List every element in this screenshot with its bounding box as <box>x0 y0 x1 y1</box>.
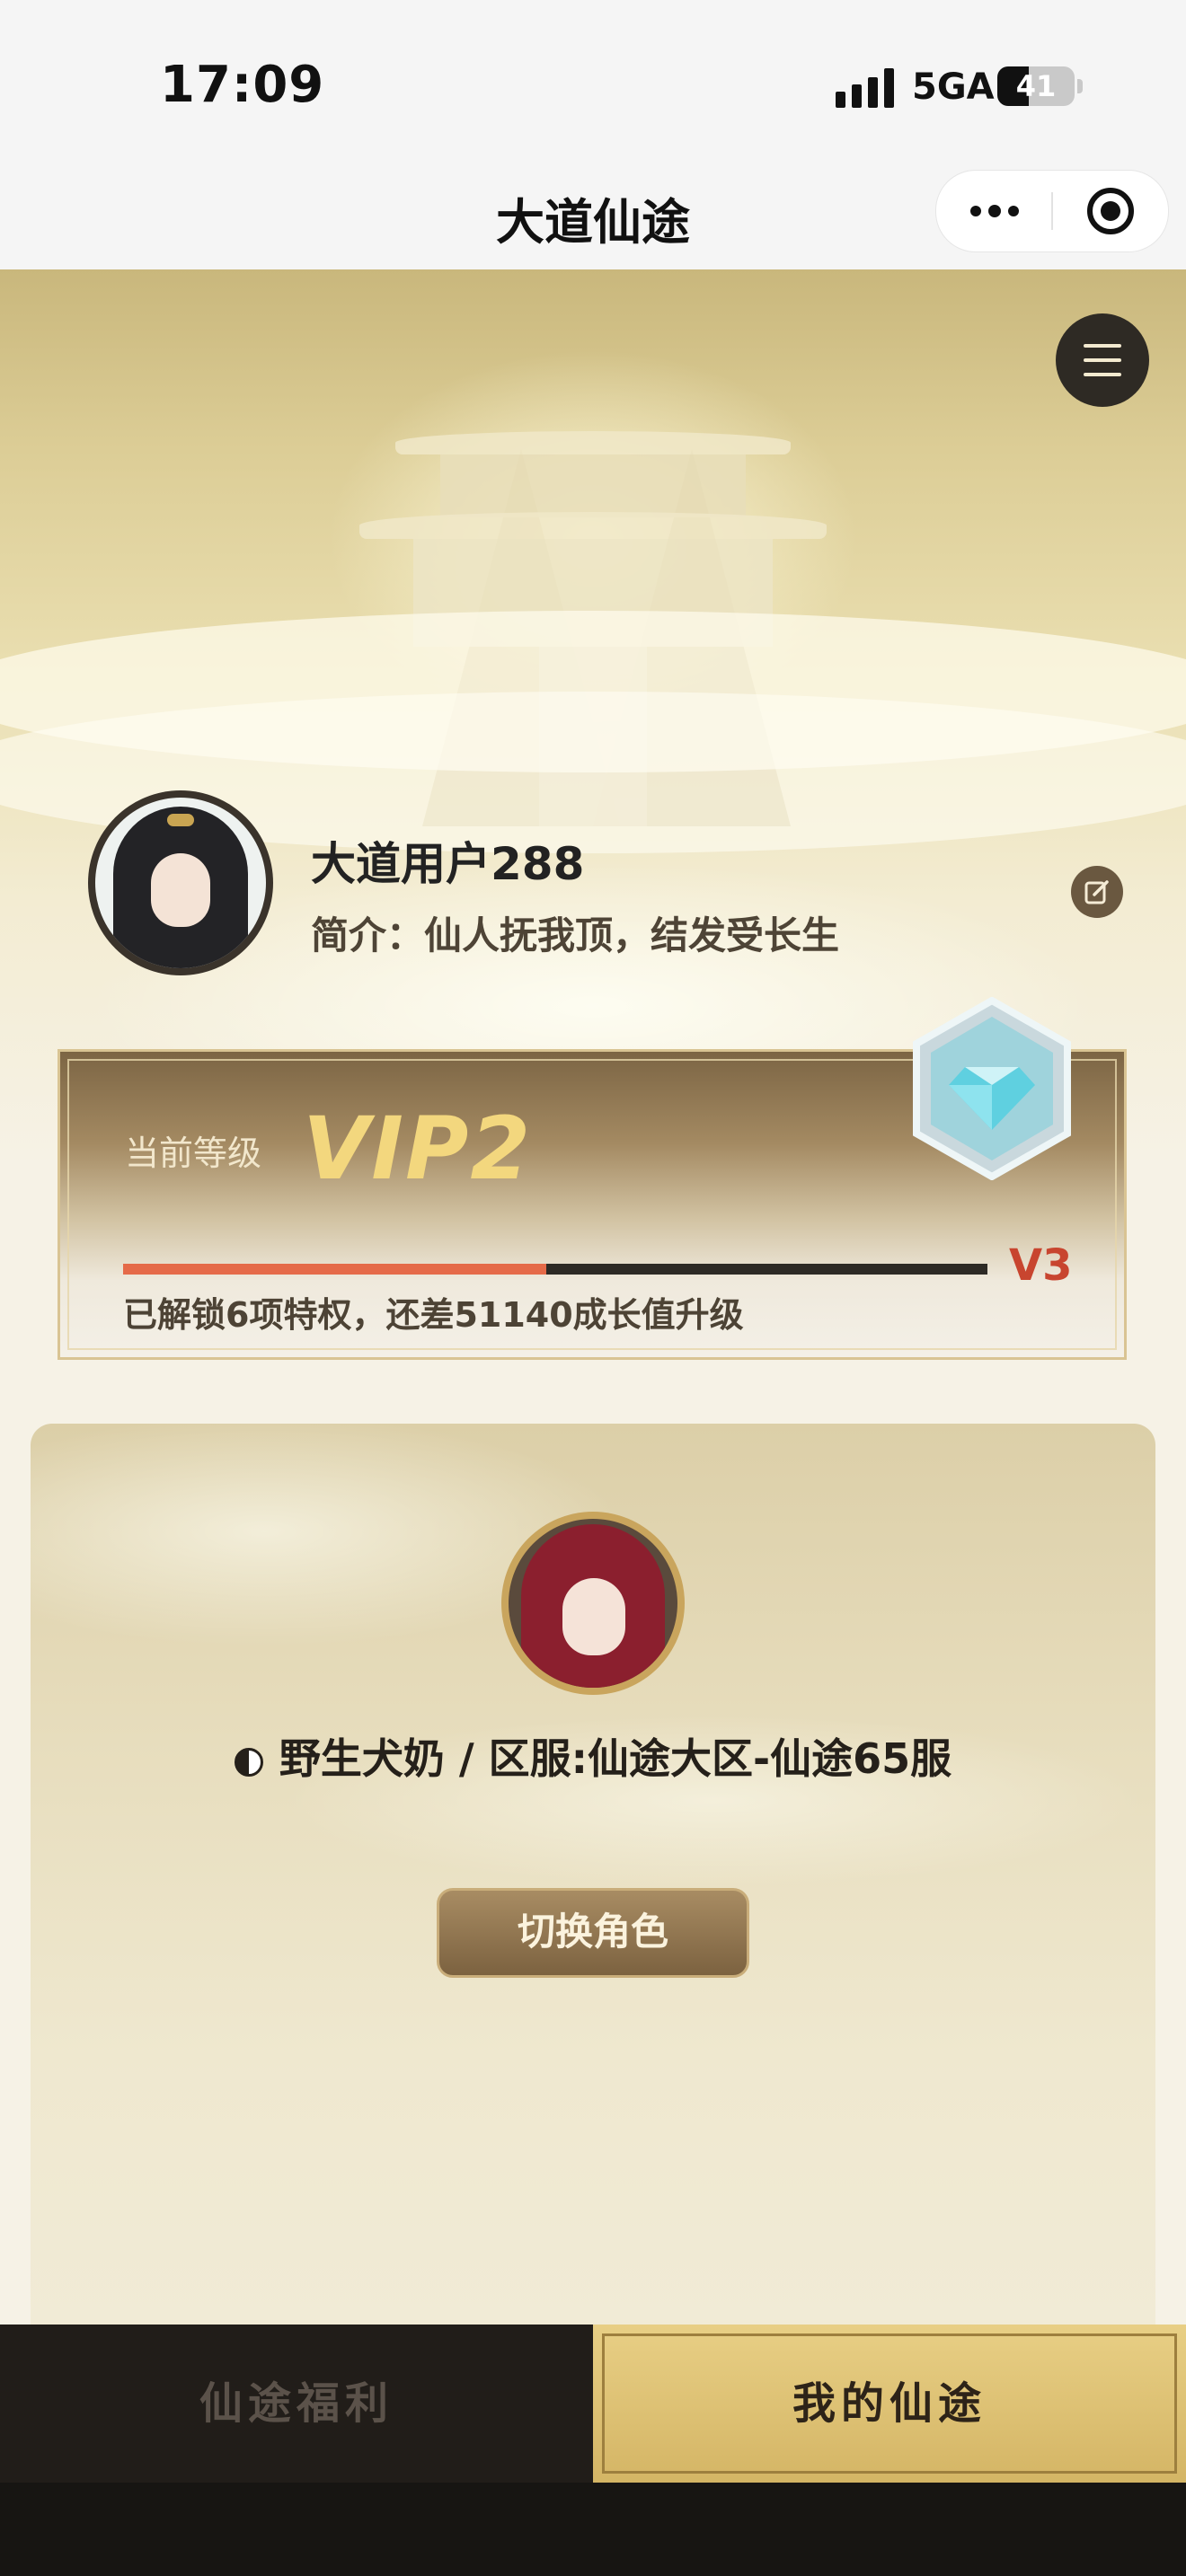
username: 大道用户288 <box>311 838 585 890</box>
mini-program-capsule <box>935 170 1169 252</box>
network-type: 5GA <box>912 66 995 108</box>
avatar-ornament <box>167 814 194 826</box>
more-dots-icon <box>970 206 981 216</box>
avatar-image <box>95 798 266 968</box>
role-name-server: 野生犬奶 / 区服:仙途大区-仙途65服 <box>279 1734 952 1783</box>
avatar-face <box>151 853 210 927</box>
close-button[interactable] <box>1053 171 1168 251</box>
battery-icon: 41 <box>997 66 1075 106</box>
tab-my-journey[interactable]: 我的仙途 <box>593 2325 1186 2483</box>
tab-active-frame <box>602 2333 1177 2474</box>
home-indicator-area <box>0 2483 1186 2576</box>
tab-benefits[interactable]: 仙途福利 <box>0 2325 593 2483</box>
vip-description: 已解锁6项特权，还差51140成长值升级 <box>123 1295 744 1335</box>
battery-tip <box>1077 79 1083 93</box>
role-avatar-image <box>509 1519 677 1688</box>
nav-bar: 大道仙途 <box>0 157 1186 269</box>
status-bar: 17:09 5GA 41 <box>0 0 1186 157</box>
menu-icon <box>1084 373 1121 376</box>
more-dots-icon <box>1008 206 1019 216</box>
vip-current-label: 当前等级 <box>125 1134 262 1173</box>
switch-role-button[interactable]: 切换角色 <box>437 1888 749 1978</box>
battery-level: 41 <box>1015 69 1057 103</box>
user-bio: 简介：仙人抚我顶，结发受长生 <box>311 913 840 957</box>
avatar[interactable] <box>88 790 273 975</box>
signal-icon <box>836 68 898 108</box>
diamond-icon <box>913 997 1071 1180</box>
vip-next-level: V3 <box>1009 1240 1073 1291</box>
more-button[interactable] <box>936 171 1051 251</box>
role-info: 野生犬奶 / 区服:仙途大区-仙途65服 <box>0 1726 1186 1786</box>
edit-profile-button[interactable] <box>1071 866 1123 918</box>
menu-icon <box>1084 358 1121 362</box>
role-avatar-face <box>562 1578 625 1655</box>
edit-icon <box>1084 880 1109 904</box>
status-time: 17:09 <box>160 56 325 114</box>
yin-yang-icon <box>234 1747 263 1777</box>
role-avatar <box>501 1512 685 1695</box>
vip-progress-bar <box>123 1264 987 1275</box>
more-dots-icon <box>988 205 1001 217</box>
menu-button[interactable] <box>1056 313 1149 407</box>
menu-icon <box>1084 344 1121 348</box>
bottom-tab-bar: 仙途福利 我的仙途 <box>0 2325 1186 2483</box>
vip-level: VIP2 <box>303 1098 533 1199</box>
vip-progress-fill <box>123 1264 547 1275</box>
target-close-dot <box>1101 201 1120 221</box>
